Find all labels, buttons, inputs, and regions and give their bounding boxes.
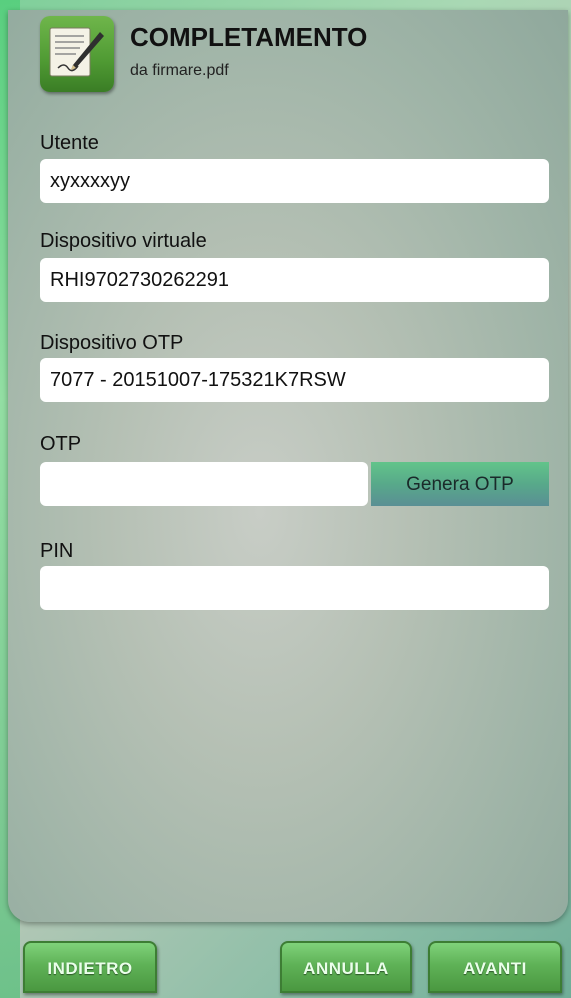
pin-label: PIN bbox=[40, 540, 74, 562]
utente-label: Utente bbox=[40, 132, 99, 154]
file-name: da firmare.pdf bbox=[130, 62, 229, 79]
otp-input[interactable] bbox=[40, 462, 368, 506]
cancel-button[interactable]: ANNULLA bbox=[280, 941, 412, 993]
otp-label: OTP bbox=[40, 433, 82, 455]
dispositivo-virtuale-field[interactable]: RHI9702730262291 bbox=[40, 258, 549, 302]
utente-field[interactable]: xyxxxxyy bbox=[40, 159, 549, 203]
document-sign-icon bbox=[40, 16, 114, 92]
back-button[interactable]: INDIETRO bbox=[23, 941, 157, 993]
next-button[interactable]: AVANTI bbox=[428, 941, 562, 993]
dispositivo-virtuale-label: Dispositivo virtuale bbox=[40, 230, 207, 252]
pin-input[interactable] bbox=[40, 566, 549, 610]
dispositivo-otp-field[interactable]: 7077 - 20151007-175321K7RSW bbox=[40, 358, 549, 402]
dispositivo-otp-label: Dispositivo OTP bbox=[40, 332, 184, 354]
generate-otp-button[interactable]: Genera OTP bbox=[371, 462, 549, 506]
page-title: COMPLETAMENTO bbox=[130, 22, 368, 52]
